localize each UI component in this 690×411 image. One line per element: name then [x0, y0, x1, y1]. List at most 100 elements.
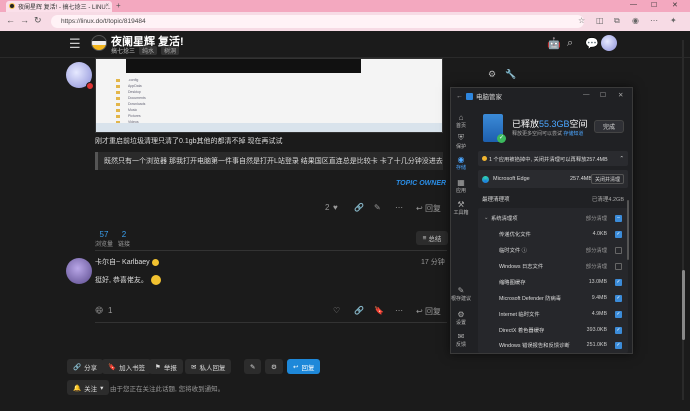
close-and-clean-button[interactable]: 关闭并清理: [590, 174, 624, 184]
cleanup-item[interactable]: Windows 错误报告和反馈诊断 251.0KB ✓: [478, 339, 628, 351]
back-icon[interactable]: ←: [6, 15, 15, 25]
reaction-emoji-icon[interactable]: 😄: [95, 306, 103, 315]
back-arrow-icon[interactable]: ←: [456, 93, 463, 100]
cleanup-item[interactable]: Internet 临时文件 4.9MB ✓: [478, 308, 628, 320]
hamburger-menu-icon[interactable]: ☰: [69, 36, 81, 52]
pcm-nav-suggestion[interactable]: ✎ 根存建议: [451, 286, 471, 302]
item-checkbox[interactable]: ✓: [615, 231, 622, 238]
profile-icon[interactable]: ◉: [632, 16, 639, 25]
summary-button[interactable]: ≡ 总结: [416, 231, 448, 245]
bookmark-button[interactable]: 🔖 加入书签: [102, 359, 152, 374]
robot-icon[interactable]: 🤖: [547, 37, 561, 50]
pcm-maximize-button[interactable]: ☐: [600, 91, 606, 99]
close-window-button[interactable]: ✕: [672, 1, 678, 9]
reply-button[interactable]: ↩ 回复: [416, 203, 441, 214]
reply-time[interactable]: 17 分钟: [421, 257, 445, 267]
system-cleanup-group[interactable]: ⌄ 系统清理项 部分清理 –: [478, 212, 628, 224]
post-author-avatar[interactable]: [66, 62, 94, 90]
gear-icon: ⚙: [457, 310, 465, 319]
pcm-scrollbar[interactable]: [627, 200, 629, 260]
pcm-titlebar: ← 电脑管家: [456, 91, 502, 101]
maximize-button[interactable]: ☐: [651, 1, 657, 9]
pcm-nav-feedback[interactable]: ✉ 反馈: [451, 332, 471, 348]
cleanup-item[interactable]: Windows 日志文件 部分清理: [478, 260, 628, 272]
topic-reply-button[interactable]: ↩ 回复: [287, 359, 321, 374]
like-heart-icon[interactable]: ♡: [333, 306, 340, 315]
item-checkbox[interactable]: ✓: [615, 311, 622, 318]
pcm-nav-toolbox[interactable]: ⚒ 工具箱: [451, 200, 471, 216]
item-checkbox[interactable]: ✓: [615, 327, 622, 334]
site-logo[interactable]: [91, 35, 107, 51]
share-button[interactable]: 🔗 分享: [67, 359, 104, 374]
admin-button[interactable]: ⚙: [265, 359, 283, 374]
follow-dropdown[interactable]: 🔔 关注 ▾: [67, 380, 110, 395]
forward-icon[interactable]: →: [20, 15, 29, 25]
links-stat[interactable]: 2 链接: [118, 230, 130, 248]
pcm-nav-settings[interactable]: ⚙ 设置: [451, 310, 471, 326]
pcm-minimize-button[interactable]: —: [583, 91, 590, 98]
link-icon[interactable]: 🔗: [354, 203, 364, 212]
reply-author-avatar[interactable]: [66, 258, 92, 284]
chat-icon[interactable]: 💬: [585, 37, 599, 50]
pcm-nav-storage[interactable]: ◉ 存储: [451, 155, 471, 171]
reply-button[interactable]: ↩ 回复: [416, 306, 441, 317]
browser-tab[interactable]: 夜阑星辉 复活! - 搞七捻三 - LINU... ×: [6, 1, 112, 12]
admin-wrench-icon[interactable]: 🔧: [505, 69, 516, 80]
item-checkbox[interactable]: [615, 263, 622, 270]
favorite-icon[interactable]: ☆: [578, 16, 585, 25]
item-checkbox[interactable]: ✓: [615, 342, 622, 349]
scrollbar-thumb[interactable]: [682, 270, 685, 340]
item-checkbox[interactable]: ✓: [615, 279, 622, 286]
pcm-nav-apps[interactable]: ▦ 应用: [451, 178, 471, 194]
like-heart-icon[interactable]: ♥: [333, 203, 338, 212]
reply-username[interactable]: 卡尔自~ Karlbaey: [95, 257, 159, 267]
link-icon[interactable]: 🔗: [354, 306, 364, 315]
done-button[interactable]: 完成: [594, 120, 624, 133]
category-badge[interactable]: 搞七捻三: [111, 46, 135, 55]
reaction-count: 1: [108, 306, 113, 315]
more-icon[interactable]: ⋯: [395, 306, 403, 315]
cleanup-item[interactable]: 传递优化文件 4.0KB ✓: [478, 228, 628, 240]
cleanup-list: ⌄ 系统清理项 部分清理 – 传递优化文件 4.0KB ✓ 临时文件 ⓘ 部分清理 W…: [478, 208, 628, 353]
menu-icon[interactable]: ⋯: [650, 16, 658, 25]
tag-badge[interactable]: 纯水: [139, 46, 158, 55]
more-icon[interactable]: ⋯: [395, 203, 403, 212]
bookmark-icon[interactable]: 🔖: [374, 306, 384, 315]
cleanup-item[interactable]: Microsoft Defender 防病毒 9.4MB ✓: [478, 292, 628, 304]
cleanup-section-header[interactable]: 最理清理项 已清理4.2GB: [478, 193, 628, 205]
reply-arrow-icon: ↩: [416, 307, 423, 316]
gear-icon[interactable]: ⚙: [488, 69, 496, 80]
address-bar[interactable]: https://linux.do/t/topic/819484: [51, 15, 584, 28]
storage-link[interactable]: 存储知道: [563, 131, 583, 137]
split-view-icon[interactable]: ◫: [596, 16, 604, 25]
user-avatar[interactable]: [601, 35, 617, 51]
reload-icon[interactable]: ↻: [34, 15, 42, 26]
page-scrollbar[interactable]: [682, 40, 684, 400]
copilot-icon[interactable]: ✦: [670, 16, 677, 25]
minimize-button[interactable]: —: [630, 1, 637, 8]
cleanup-item[interactable]: DirectX 着色器缓存 393.0KB ✓: [478, 324, 628, 336]
post-image[interactable]: .config AppData Desktop Documents Downlo…: [95, 58, 443, 133]
suggestion-icon: ✎: [457, 286, 465, 295]
flag-button[interactable]: ⚑ 举报: [149, 359, 183, 374]
cleanup-item[interactable]: 缩略图缓存 13.0MB ✓: [478, 276, 628, 288]
search-icon[interactable]: ⌕: [567, 37, 573, 50]
item-checkbox[interactable]: ✓: [615, 295, 622, 302]
tab-close-icon[interactable]: ×: [105, 3, 109, 9]
group-checkbox[interactable]: –: [615, 215, 622, 222]
collections-icon[interactable]: ⧉: [614, 16, 620, 26]
pcm-logo-icon: [466, 92, 473, 100]
new-tab-button[interactable]: +: [116, 1, 121, 10]
app-running-notice[interactable]: 1 个应用被掐掉中, 关闭并清理可以再释放257.4MB ⌃: [478, 151, 628, 166]
private-reply-button[interactable]: ✉ 私人回复: [185, 359, 232, 374]
edit-button[interactable]: ✎: [244, 359, 262, 374]
follow-label: 关注: [84, 385, 98, 393]
edit-icon[interactable]: ✎: [374, 203, 381, 212]
item-checkbox[interactable]: [615, 247, 622, 254]
cleanup-item[interactable]: 临时文件 ⓘ 部分清理: [478, 244, 628, 256]
tag-badge[interactable]: 树洞: [161, 46, 180, 55]
pcm-close-button[interactable]: ✕: [618, 91, 623, 99]
pcm-nav-home[interactable]: ⌂ 首页: [451, 113, 471, 129]
status-badge: [86, 82, 94, 90]
pcm-nav-protect[interactable]: ⛨ 保护: [451, 133, 471, 150]
